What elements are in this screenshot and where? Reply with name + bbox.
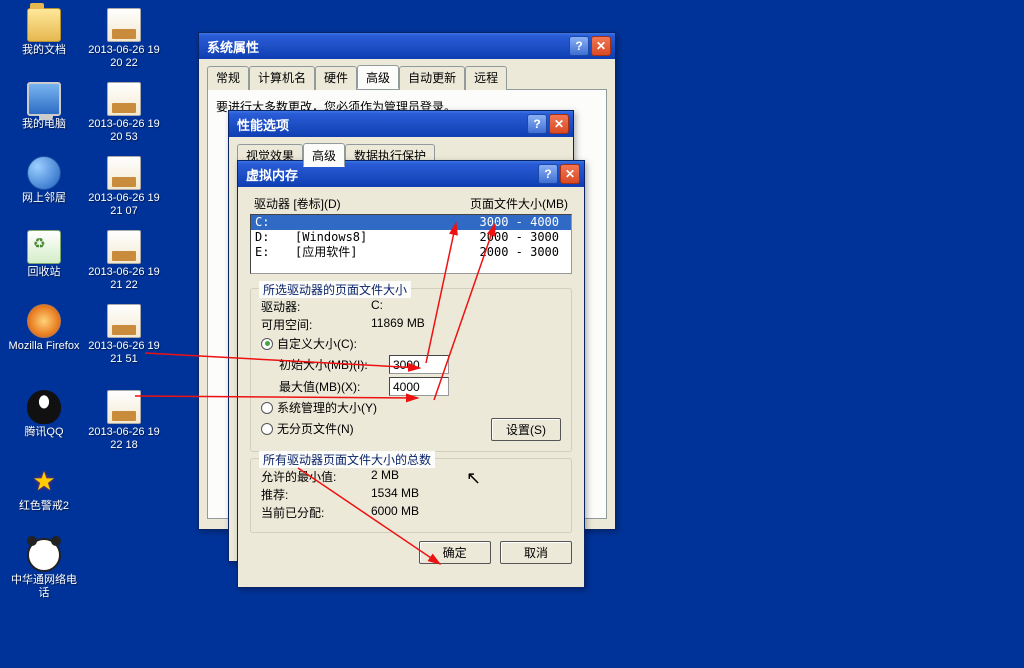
window-title: 性能选项 <box>237 115 289 134</box>
file-icon <box>107 390 141 424</box>
desktop-icon-mydocs[interactable]: 我的文档 <box>8 8 80 57</box>
file-icon <box>107 156 141 190</box>
desktop-file-5[interactable]: 2013-06-26 19 21 51 <box>82 304 166 366</box>
tab-hardware[interactable]: 硬件 <box>315 66 357 90</box>
drive-list-header: 驱动器 [卷标](D) 页面文件大小(MB) <box>250 195 572 214</box>
close-button[interactable]: ✕ <box>549 114 569 134</box>
desktop-icon-zhhua[interactable]: 中华通网络电话 <box>8 538 80 600</box>
allocated-value: 6000 MB <box>371 504 561 521</box>
radio-icon <box>261 423 273 435</box>
globe-icon <box>27 156 61 190</box>
file-icon <box>107 304 141 338</box>
tab-remote[interactable]: 远程 <box>465 66 507 90</box>
desktop-icon-mycomputer[interactable]: 我的电脑 <box>8 82 80 131</box>
desktop-file-4[interactable]: 2013-06-26 19 21 22 <box>82 230 166 292</box>
drive-row-c[interactable]: C:3000 - 4000 <box>251 215 571 230</box>
radio-icon <box>261 338 273 350</box>
panda-icon <box>27 538 61 572</box>
radio-custom-size[interactable]: 自定义大小(C): <box>261 335 561 352</box>
desktop-file-2[interactable]: 2013-06-26 19 20 53 <box>82 82 166 144</box>
selected-drive-value: C: <box>371 298 561 315</box>
drive-row-e[interactable]: E:[应用软件]2000 - 3000 <box>251 245 571 260</box>
desktop-icon-firefox[interactable]: Mozilla Firefox <box>8 304 80 353</box>
firefox-icon <box>27 304 61 338</box>
star-icon: ★ <box>27 464 61 498</box>
qq-icon <box>27 390 61 424</box>
desktop-file-1[interactable]: 2013-06-26 19 20 22 <box>82 8 166 70</box>
set-button[interactable]: 设置(S) <box>491 418 561 441</box>
ok-button[interactable]: 确定 <box>419 541 491 564</box>
window-virtual-memory: 虚拟内存 ? ✕ 驱动器 [卷标](D) 页面文件大小(MB) C:3000 -… <box>237 160 585 588</box>
help-button[interactable]: ? <box>538 164 558 184</box>
help-button[interactable]: ? <box>569 36 589 56</box>
recycle-icon <box>27 230 61 264</box>
max-size-input[interactable] <box>389 377 449 396</box>
group-title-selected-drive: 所选驱动器的页面文件大小 <box>259 281 411 298</box>
close-button[interactable]: ✕ <box>591 36 611 56</box>
radio-system-managed[interactable]: 系统管理的大小(Y) <box>261 399 561 416</box>
desktop-file-3[interactable]: 2013-06-26 19 21 07 <box>82 156 166 218</box>
drive-row-d[interactable]: D:[Windows8]2000 - 3000 <box>251 230 571 245</box>
file-icon <box>107 230 141 264</box>
tab-advanced[interactable]: 高级 <box>303 143 345 167</box>
tab-general[interactable]: 常规 <box>207 66 249 90</box>
help-button[interactable]: ? <box>527 114 547 134</box>
file-icon <box>107 82 141 116</box>
drive-listbox[interactable]: C:3000 - 4000 D:[Windows8]2000 - 3000 E:… <box>250 214 572 274</box>
desktop-file-6[interactable]: 2013-06-26 19 22 18 <box>82 390 166 452</box>
cancel-button[interactable]: 取消 <box>500 541 572 564</box>
tab-autoupdate[interactable]: 自动更新 <box>399 66 465 90</box>
titlebar[interactable]: 系统属性 ? ✕ <box>199 33 615 59</box>
group-title-totals: 所有驱动器页面文件大小的总数 <box>259 451 435 468</box>
titlebar[interactable]: 虚拟内存 ? ✕ <box>238 161 584 187</box>
cursor-icon: ↖ <box>466 468 481 489</box>
desktop-icon-recyclebin[interactable]: 回收站 <box>8 230 80 279</box>
window-title: 虚拟内存 <box>246 165 298 184</box>
free-space-value: 11869 MB <box>371 316 561 333</box>
initial-size-input[interactable] <box>389 355 449 374</box>
tab-advanced[interactable]: 高级 <box>357 65 399 89</box>
window-title: 系统属性 <box>207 37 259 56</box>
file-icon <box>107 8 141 42</box>
radio-no-paging[interactable]: 无分页文件(N) <box>261 420 354 437</box>
desktop-icon-network[interactable]: 网上邻居 <box>8 156 80 205</box>
monitor-icon <box>27 82 61 116</box>
tabstrip: 常规 计算机名 硬件 高级 自动更新 远程 <box>199 59 615 89</box>
folder-icon <box>27 8 61 42</box>
tab-computer-name[interactable]: 计算机名 <box>249 66 315 90</box>
desktop-icon-qq[interactable]: 腾讯QQ <box>8 390 80 439</box>
radio-icon <box>261 402 273 414</box>
titlebar[interactable]: 性能选项 ? ✕ <box>229 111 573 137</box>
close-button[interactable]: ✕ <box>560 164 580 184</box>
desktop-icon-ra2[interactable]: ★红色警戒2 <box>8 464 80 513</box>
